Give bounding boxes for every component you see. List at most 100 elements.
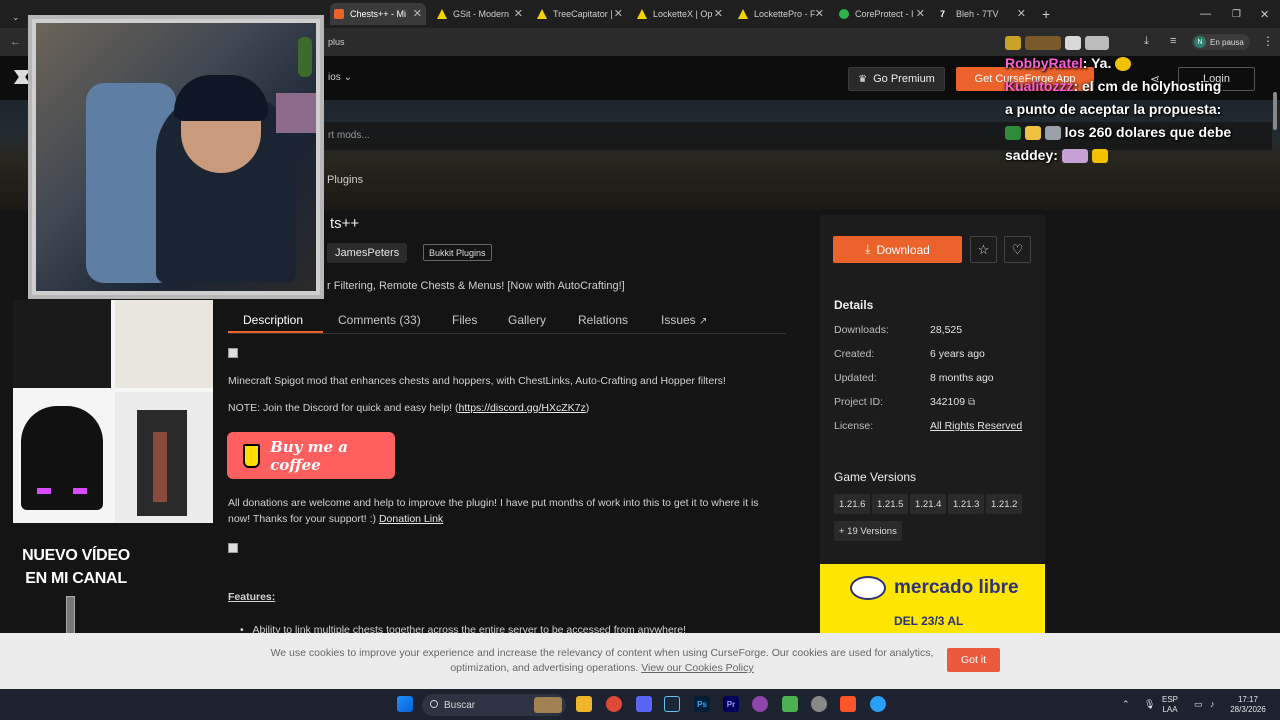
- tab-label: LocketteX | Op: [653, 9, 713, 19]
- version-tag[interactable]: 1.21.5: [872, 494, 909, 514]
- detail-value: 342109 ⧉: [930, 396, 976, 408]
- cookie-accept-button[interactable]: Got it: [947, 648, 1000, 672]
- tab-files[interactable]: Files: [452, 313, 477, 327]
- donation-link[interactable]: Donation Link: [379, 513, 443, 525]
- emote-icon: [1024, 36, 1061, 51]
- url-text[interactable]: plus: [328, 37, 345, 47]
- more-menu-icon[interactable]: ⋮: [1262, 34, 1274, 48]
- premiere-icon[interactable]: Pr: [723, 696, 739, 712]
- chrome-icon[interactable]: [606, 696, 622, 712]
- close-tab-icon[interactable]: ✕: [514, 7, 523, 20]
- tab-label: Bleh - 7TV: [956, 9, 999, 19]
- features-heading: Features:: [228, 591, 276, 603]
- chat-message: Kualitozzz: el cm de holyhosting: [1005, 78, 1221, 94]
- app-icon[interactable]: [811, 696, 827, 712]
- buy-me-a-coffee-button[interactable]: Buy me a coffee: [227, 432, 395, 479]
- promo-line: EN MI CANAL: [25, 570, 127, 587]
- emote-icon: [1084, 36, 1109, 51]
- 7tv-favicon-icon: 7: [940, 9, 946, 19]
- tab-issues[interactable]: Issues ↗: [661, 313, 707, 327]
- back-arrow-icon[interactable]: ←: [10, 36, 21, 48]
- copy-icon[interactable]: ⧉: [968, 397, 975, 408]
- game-versions-heading: Game Versions: [834, 470, 917, 484]
- tab-label: CoreProtect - I: [855, 9, 914, 19]
- license-link[interactable]: All Rights Reserved: [930, 420, 1022, 432]
- close-tab-icon[interactable]: ✕: [714, 7, 723, 20]
- emote-icon: [1005, 126, 1021, 141]
- spigot-favicon-icon: [437, 9, 447, 19]
- nav-menu-label[interactable]: ios ⌄: [328, 72, 352, 83]
- go-premium-label: Go Premium: [873, 73, 935, 85]
- tab-relations[interactable]: Relations: [578, 313, 628, 327]
- favorite-button[interactable]: ♡: [1004, 236, 1031, 263]
- maximize-window-icon[interactable]: ❐: [1228, 3, 1241, 25]
- author-link[interactable]: JamesPeters: [327, 243, 408, 263]
- reading-list-icon[interactable]: ≡: [1170, 35, 1176, 47]
- profile-avatar: N: [1194, 36, 1206, 48]
- close-tab-icon[interactable]: ✕: [815, 7, 824, 20]
- minecraft-launcher-icon[interactable]: [782, 696, 798, 712]
- breadcrumb[interactable]: Plugins: [327, 174, 363, 186]
- start-menu-icon[interactable]: [397, 696, 413, 712]
- tray-overflow-icon[interactable]: ⌃: [1122, 699, 1130, 709]
- page-scrollbar[interactable]: [1273, 92, 1277, 130]
- brave-icon[interactable]: [840, 696, 856, 712]
- minimize-window-icon[interactable]: —: [1196, 3, 1211, 25]
- network-icon[interactable]: ▭: [1194, 699, 1203, 709]
- detail-value: 28,525: [930, 324, 963, 336]
- tab-gsit[interactable]: GSit - Modern ✕: [433, 3, 527, 25]
- category-tag[interactable]: Bukkit Plugins: [423, 244, 492, 261]
- new-tab-button[interactable]: +: [1038, 3, 1052, 25]
- cookie-accept-label: Got it: [960, 654, 987, 666]
- search-placeholder: rt mods...: [328, 130, 370, 141]
- app-icon[interactable]: [752, 696, 768, 712]
- close-window-icon[interactable]: ✕: [1256, 3, 1269, 25]
- version-tag[interactable]: 1.21.2: [986, 494, 1023, 514]
- close-tab-icon[interactable]: ✕: [916, 7, 925, 20]
- new-video-banner: NUEVO VÍDEO EN MI CANAL: [6, 544, 146, 590]
- search-icon: [430, 700, 438, 708]
- version-tag[interactable]: 1.21.4: [910, 494, 947, 514]
- chevron-down-icon: ⌄: [12, 11, 20, 22]
- discord-icon[interactable]: [636, 696, 652, 712]
- version-tag[interactable]: 1.21.6: [834, 494, 871, 514]
- star-button[interactable]: ☆: [970, 236, 997, 263]
- close-tab-icon[interactable]: ✕: [413, 7, 422, 20]
- chevron-down-icon: ⌄: [343, 72, 352, 83]
- details-heading: Details: [834, 298, 874, 312]
- tab-7tv[interactable]: 7 Bleh - 7TV ✕: [936, 3, 1030, 25]
- steam-icon[interactable]: [664, 696, 680, 712]
- photoshop-icon[interactable]: Ps: [694, 696, 710, 712]
- more-versions-tag[interactable]: + 19 Versions: [834, 521, 902, 541]
- language-indicator[interactable]: ESP LAA: [1162, 695, 1178, 715]
- file-explorer-icon[interactable]: [576, 696, 592, 712]
- advertisement[interactable]: mercado libre DEL 23/3 AL: [820, 564, 1045, 633]
- tab-chests[interactable]: Chests++ - Mi ✕: [330, 3, 426, 25]
- version-tag[interactable]: 1.21.3: [948, 494, 985, 514]
- close-tab-icon[interactable]: ✕: [614, 7, 623, 20]
- close-tab-icon[interactable]: ✕: [1017, 7, 1026, 20]
- tab-gallery[interactable]: Gallery: [508, 313, 546, 327]
- chat-message: a punto de aceptar la propuesta:: [1005, 101, 1221, 117]
- volume-icon[interactable]: ♪: [1210, 699, 1215, 709]
- microphone-icon[interactable]: 🎙: [1144, 699, 1155, 709]
- tab-treecapitator[interactable]: TreeCapitator | ✕: [533, 3, 627, 25]
- tab-coreprotect[interactable]: CoreProtect - I ✕: [835, 3, 929, 25]
- taskbar-search[interactable]: Buscar: [422, 694, 566, 716]
- merch-overlay: [13, 300, 213, 523]
- tab-lockettepro[interactable]: LockettePro - F ✕: [734, 3, 828, 25]
- tab-lockettex[interactable]: LocketteX | Op ✕: [633, 3, 727, 25]
- discord-link[interactable]: https://discord.gg/HXcZK7z: [459, 402, 586, 414]
- download-button[interactable]: ⤓ Download: [833, 236, 962, 263]
- profile-button[interactable]: N En pausa: [1192, 34, 1250, 50]
- ad-date: DEL 23/3 AL: [894, 614, 964, 628]
- clock[interactable]: 17:17 28/3/2026: [1228, 695, 1268, 715]
- detail-label: License:: [834, 420, 874, 432]
- tab-description[interactable]: Description: [243, 313, 303, 327]
- app-icon[interactable]: [870, 696, 886, 712]
- go-premium-button[interactable]: ♛ Go Premium: [848, 67, 945, 91]
- download-icon[interactable]: ⤓: [1144, 35, 1149, 48]
- cookie-policy-link[interactable]: View our Cookies Policy: [641, 662, 753, 674]
- tab-comments[interactable]: Comments (33): [338, 313, 421, 327]
- tab-search-menu[interactable]: ⌄: [8, 6, 22, 28]
